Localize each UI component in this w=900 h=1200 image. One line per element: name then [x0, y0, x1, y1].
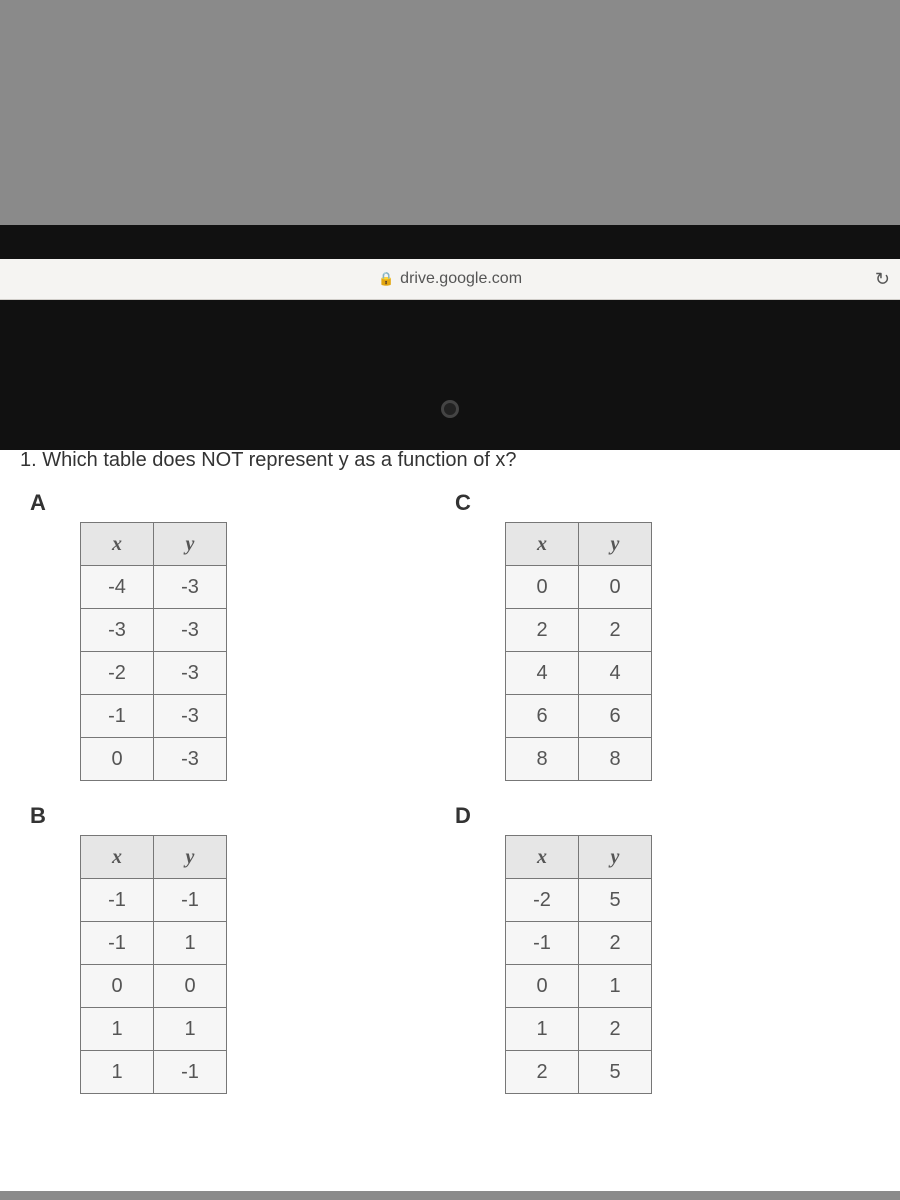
cell: 2 — [506, 609, 579, 652]
cell: 0 — [506, 566, 579, 609]
option-A: A xy -4-3 -3-3 -2-3 -1-3 0-3 — [30, 490, 455, 781]
cell: 0 — [81, 738, 154, 781]
option-C: C xy 00 22 44 66 88 — [455, 490, 880, 781]
cell: 1 — [506, 1008, 579, 1051]
camera-dot — [441, 400, 459, 418]
question-text: 1. Which table does NOT represent y as a… — [20, 449, 880, 472]
th-x: x — [81, 836, 154, 879]
cell: -1 — [81, 922, 154, 965]
th-x: x — [81, 523, 154, 566]
url-text: drive.google.com — [400, 270, 522, 288]
option-D: D xy -25 -12 01 12 25 — [455, 803, 880, 1094]
cell: -3 — [154, 566, 227, 609]
cell: 0 — [579, 566, 652, 609]
option-B: B xy -1-1 -11 00 11 1-1 — [30, 803, 455, 1094]
cell: 2 — [579, 609, 652, 652]
cell: -1 — [81, 879, 154, 922]
cell: 0 — [81, 965, 154, 1008]
cell: 1 — [154, 1008, 227, 1051]
cell: 4 — [506, 652, 579, 695]
cell: -1 — [154, 1051, 227, 1094]
cell: 8 — [506, 738, 579, 781]
cell: 6 — [579, 695, 652, 738]
cell: 0 — [506, 965, 579, 1008]
cell: 1 — [81, 1051, 154, 1094]
th-y: y — [154, 523, 227, 566]
document-page: IDENTIFYING FUNCTIONS 1. Which table doe… — [0, 341, 900, 1191]
th-y: y — [579, 523, 652, 566]
cell: -3 — [154, 609, 227, 652]
cell: 2 — [579, 1008, 652, 1051]
th-x: x — [506, 523, 579, 566]
cell: 1 — [81, 1008, 154, 1051]
th-y: y — [579, 836, 652, 879]
cell: 0 — [154, 965, 227, 1008]
label-B: B — [30, 803, 455, 829]
table-A: xy -4-3 -3-3 -2-3 -1-3 0-3 — [80, 522, 227, 781]
label-C: C — [455, 490, 880, 516]
table-B: xy -1-1 -11 00 11 1-1 — [80, 835, 227, 1094]
cell: 8 — [579, 738, 652, 781]
cell: -4 — [81, 566, 154, 609]
label-D: D — [455, 803, 880, 829]
cell: -3 — [154, 738, 227, 781]
label-A: A — [30, 490, 455, 516]
cell: 5 — [579, 879, 652, 922]
table-C: xy 00 22 44 66 88 — [505, 522, 652, 781]
lock-icon: 🔒 — [378, 271, 394, 287]
cell: -3 — [154, 652, 227, 695]
cell: -2 — [81, 652, 154, 695]
cell: -3 — [154, 695, 227, 738]
cell: -2 — [506, 879, 579, 922]
cell: 2 — [506, 1051, 579, 1094]
address-bar[interactable]: 🔒 drive.google.com ↻ — [0, 259, 900, 300]
cell: 1 — [154, 922, 227, 965]
cell: 4 — [579, 652, 652, 695]
cell: 1 — [579, 965, 652, 1008]
cell: 6 — [506, 695, 579, 738]
reload-icon[interactable]: ↻ — [875, 269, 890, 290]
cell: -1 — [506, 922, 579, 965]
th-y: y — [154, 836, 227, 879]
table-D: xy -25 -12 01 12 25 — [505, 835, 652, 1094]
cell: -1 — [81, 695, 154, 738]
th-x: x — [506, 836, 579, 879]
cell: 5 — [579, 1051, 652, 1094]
cell: -1 — [154, 879, 227, 922]
cell: 2 — [579, 922, 652, 965]
cell: -3 — [81, 609, 154, 652]
